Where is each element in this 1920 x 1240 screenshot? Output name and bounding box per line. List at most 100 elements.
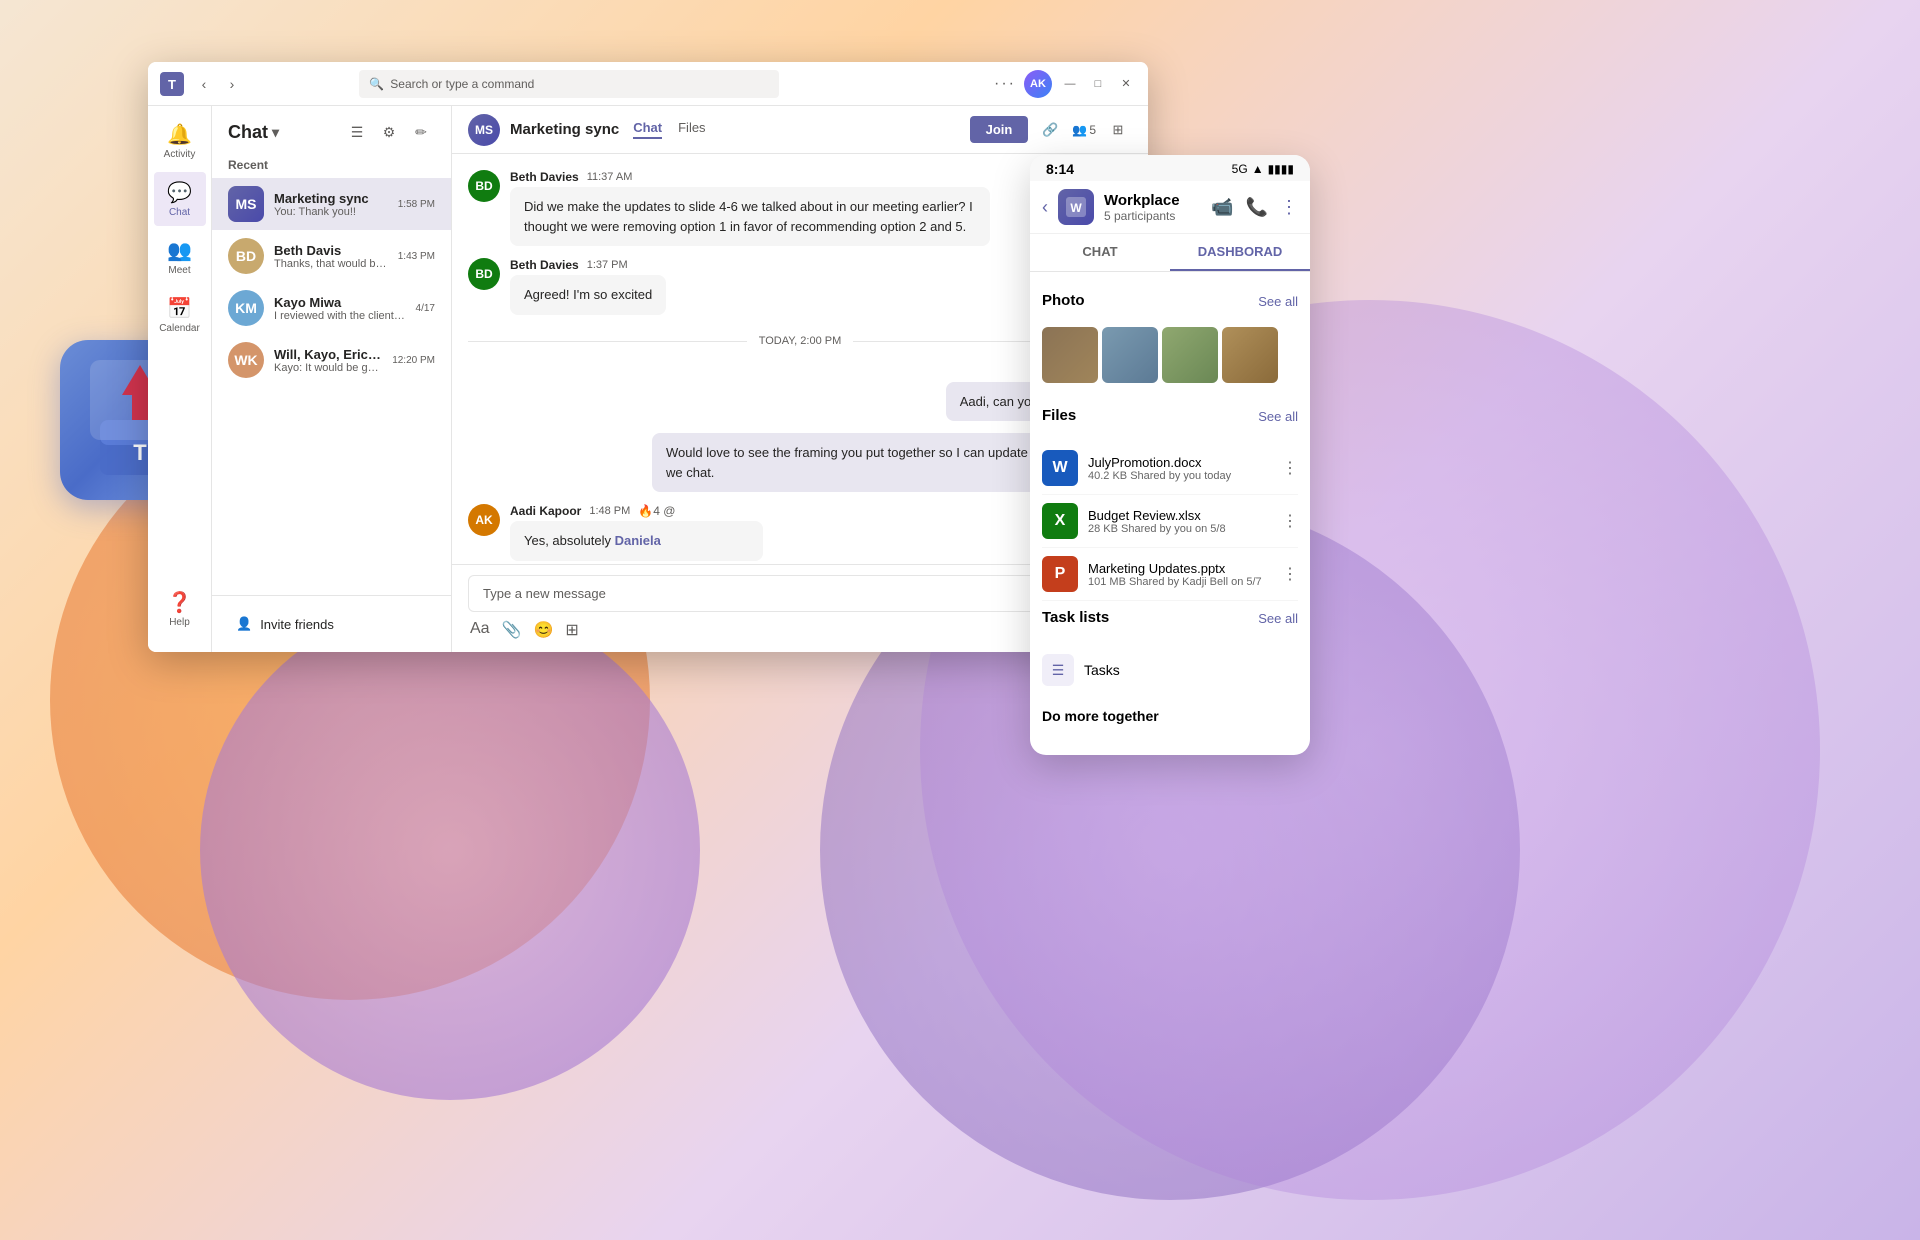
filter-icon[interactable]: ☰ xyxy=(343,118,371,146)
mobile-tab-chat[interactable]: CHAT xyxy=(1030,234,1170,271)
task-item-tasks[interactable]: ☰ Tasks xyxy=(1042,644,1298,696)
file-info-july: JulyPromotion.docx 40.2 KB Shared by you… xyxy=(1088,455,1272,482)
mention-daniela: Daniela xyxy=(615,533,661,548)
sidebar: 🔔 Activity 💬 Chat 👥 Meet 📅 Calendar ❓ He… xyxy=(148,106,212,652)
chat-header-tabs: Chat Files xyxy=(633,120,705,139)
title-bar-right: ··· AK — □ ✕ xyxy=(994,70,1136,98)
maximize-button[interactable]: □ xyxy=(1088,74,1108,94)
teams-logo: T xyxy=(160,72,184,96)
file-name-july: JulyPromotion.docx xyxy=(1088,455,1272,470)
photo-1 xyxy=(1042,327,1098,383)
file-icon-july: W xyxy=(1042,450,1078,486)
calendar-icon: 📅 xyxy=(167,296,192,321)
task-section-header: Task lists See all xyxy=(1042,601,1298,636)
chat-title-chevron: ▾ xyxy=(272,124,279,141)
invite-icon: 👤 xyxy=(236,616,252,632)
sidebar-label-chat: Chat xyxy=(169,207,190,218)
photo-section-header: Photo See all xyxy=(1042,284,1298,319)
chat-icon: 💬 xyxy=(167,180,192,205)
chat-time-beth: 1:43 PM xyxy=(398,251,435,262)
msg-header-1: Beth Davies 11:37 AM xyxy=(510,170,990,184)
msg-reactions-inline: 🔥4 @ xyxy=(638,504,675,518)
chat-time-marketing: 1:58 PM xyxy=(398,199,435,210)
mobile-panel: 8:14 5G ▲ ▮▮▮▮ ‹ W Workplace 5 participa… xyxy=(1030,155,1310,755)
link-icon[interactable]: 🔗 xyxy=(1036,116,1064,144)
tab-files[interactable]: Files xyxy=(678,120,705,139)
file-icon-budget: X xyxy=(1042,503,1078,539)
chat-item-will[interactable]: WK Will, Kayo, Eric, +2 Kayo: It would b… xyxy=(212,334,451,386)
task-title: Task lists xyxy=(1042,609,1109,626)
file-item-budget[interactable]: X Budget Review.xlsx 28 KB Shared by you… xyxy=(1042,495,1298,548)
chat-avatar-kayo: KM xyxy=(228,290,264,326)
search-placeholder-text: Search or type a command xyxy=(390,77,534,91)
msg-bubble-2: Agreed! I'm so excited xyxy=(510,275,666,315)
emoji-icon[interactable]: 😊 xyxy=(534,620,554,640)
sidebar-item-activity[interactable]: 🔔 Activity xyxy=(154,114,206,168)
msg-avatar-aadi: AK xyxy=(468,504,500,536)
file-menu-july[interactable]: ⋮ xyxy=(1282,458,1298,478)
search-icon: 🔍 xyxy=(369,77,384,91)
new-chat-icon[interactable]: ✏ xyxy=(407,118,435,146)
file-item-marketing[interactable]: P Marketing Updates.pptx 101 MB Shared b… xyxy=(1042,548,1298,601)
tab-chat[interactable]: Chat xyxy=(633,120,662,139)
mobile-status-bar: 8:14 5G ▲ ▮▮▮▮ xyxy=(1030,155,1310,181)
chat-item-marketing-sync[interactable]: MS Marketing sync You: Thank you!! 1:58 … xyxy=(212,178,451,230)
close-button[interactable]: ✕ xyxy=(1116,74,1136,94)
msg-name-2: Beth Davies xyxy=(510,258,579,272)
sidebar-label-calendar: Calendar xyxy=(159,323,200,334)
svg-text:W: W xyxy=(1070,201,1082,215)
file-item-july[interactable]: W JulyPromotion.docx 40.2 KB Shared by y… xyxy=(1042,442,1298,495)
chat-item-beth[interactable]: BD Beth Davis Thanks, that would be nice… xyxy=(212,230,451,282)
mobile-status-icons: 5G ▲ ▮▮▮▮ xyxy=(1232,162,1294,176)
chat-item-kayo[interactable]: KM Kayo Miwa I reviewed with the client … xyxy=(212,282,451,334)
join-button[interactable]: Join xyxy=(970,116,1029,143)
gif-icon[interactable]: ⊞ xyxy=(565,620,578,640)
chat-info-will: Will, Kayo, Eric, +2 Kayo: It would be g… xyxy=(274,347,382,374)
invite-friends-button[interactable]: 👤 Invite friends xyxy=(228,608,435,640)
nav-back[interactable]: ‹ xyxy=(192,72,216,96)
chat-name-will: Will, Kayo, Eric, +2 xyxy=(274,347,382,362)
task-icon-tasks: ☰ xyxy=(1042,654,1074,686)
mobile-call-icon[interactable]: 📞 xyxy=(1246,197,1268,218)
more-icon[interactable]: ⊞ xyxy=(1104,116,1132,144)
sidebar-item-teams[interactable]: 👥 Meet xyxy=(154,230,206,284)
chat-header-name: Marketing sync xyxy=(510,121,619,138)
participants-count: 5 xyxy=(1089,123,1096,137)
files-see-all[interactable]: See all xyxy=(1258,409,1298,424)
chat-preview-marketing: You: Thank you!! xyxy=(274,206,388,218)
file-menu-budget[interactable]: ⋮ xyxy=(1282,511,1298,531)
mobile-body[interactable]: Photo See all Files See all W JulyPromot… xyxy=(1030,272,1310,732)
file-menu-marketing[interactable]: ⋮ xyxy=(1282,564,1298,584)
chat-list-header: Chat ▾ ☰ ⚙ ✏ xyxy=(212,106,451,154)
nav-forward[interactable]: › xyxy=(220,72,244,96)
mobile-back-button[interactable]: ‹ xyxy=(1042,197,1048,218)
chat-name-marketing: Marketing sync xyxy=(274,191,388,206)
more-options[interactable]: ··· xyxy=(994,75,1016,93)
minimize-button[interactable]: — xyxy=(1060,74,1080,94)
mobile-tab-dashboard[interactable]: DASHBORAD xyxy=(1170,234,1310,271)
settings-icon[interactable]: ⚙ xyxy=(375,118,403,146)
mobile-video-icon[interactable]: 📹 xyxy=(1211,197,1233,218)
photo-grid xyxy=(1042,327,1298,383)
sidebar-item-chat[interactable]: 💬 Chat xyxy=(154,172,206,226)
msg-header-aadi: Aadi Kapoor 1:48 PM 🔥4 @ xyxy=(510,504,763,518)
chat-info-marketing: Marketing sync You: Thank you!! xyxy=(274,191,388,218)
attach-icon[interactable]: 📎 xyxy=(502,620,522,640)
sidebar-item-calendar[interactable]: 📅 Calendar xyxy=(154,288,206,342)
participants-icon: 👥 xyxy=(1072,123,1087,137)
format-icon[interactable]: Aa xyxy=(470,620,490,640)
bg-circle-purple-left xyxy=(200,600,700,1100)
mobile-more-icon[interactable]: ⋮ xyxy=(1280,197,1298,218)
user-avatar[interactable]: AK xyxy=(1024,70,1052,98)
teams-icon: 👥 xyxy=(167,238,192,263)
chat-title-text: Chat xyxy=(228,122,268,143)
chat-header-actions: Join 🔗 👥 5 ⊞ xyxy=(970,116,1132,144)
chat-preview-kayo: I reviewed with the client on Tuesday... xyxy=(274,310,406,322)
chat-info-beth: Beth Davis Thanks, that would be nice. xyxy=(274,243,388,270)
photo-see-all[interactable]: See all xyxy=(1258,294,1298,309)
sidebar-item-help[interactable]: ❓ Help xyxy=(154,582,206,636)
task-label-tasks: Tasks xyxy=(1084,662,1120,678)
msg-time-1: 11:37 AM xyxy=(587,171,633,183)
task-see-all[interactable]: See all xyxy=(1258,611,1298,626)
search-bar[interactable]: 🔍 Search or type a command xyxy=(359,70,779,98)
